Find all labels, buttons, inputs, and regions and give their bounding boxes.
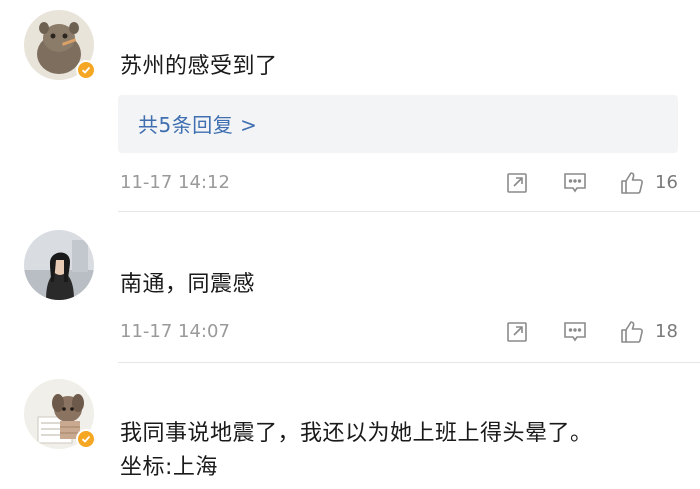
comment-time: 11-17 14:12 [120,172,230,193]
comment-item: 苏州的感受到了 共5条回复 > 11-17 14:12 16 [0,0,700,212]
like-count: 16 [655,172,678,193]
avatar[interactable] [24,379,96,449]
comment-text: 我同事说地震了，我还以为她上班上得头晕了。 坐标:上海 [120,417,593,485]
thumbs-up-icon[interactable] [617,317,647,347]
comment-text-line: 我同事说地震了，我还以为她上班上得头晕了。 [120,421,593,446]
comment-icon[interactable] [560,317,590,347]
thumbs-up-icon[interactable] [617,168,647,198]
verified-badge-icon [76,429,96,449]
comment-meta: 11-17 14:12 16 [0,166,700,202]
share-icon[interactable] [502,317,532,347]
user-photo-avatar-icon [24,230,94,300]
comment-item: 我同事说地震了，我还以为她上班上得头晕了。 坐标:上海 [0,363,700,489]
comment-icon[interactable] [560,168,590,198]
comment-text: 苏州的感受到了 [120,54,278,79]
comment-time: 11-17 14:07 [120,321,230,342]
like-count: 18 [655,321,678,342]
reply-summary-box[interactable]: 共5条回复 > [118,95,678,153]
avatar[interactable] [24,10,96,80]
comment-meta: 11-17 14:07 18 [0,315,700,351]
comment-item: 南通，同震感 11-17 14:07 18 [0,212,700,362]
avatar[interactable] [24,230,94,300]
comment-text-line: 坐标:上海 [120,455,218,480]
verified-badge-icon [76,60,96,80]
comment-text: 南通，同震感 [120,272,256,297]
view-replies-link[interactable]: 共5条回复 > [138,109,257,138]
share-icon[interactable] [502,168,532,198]
